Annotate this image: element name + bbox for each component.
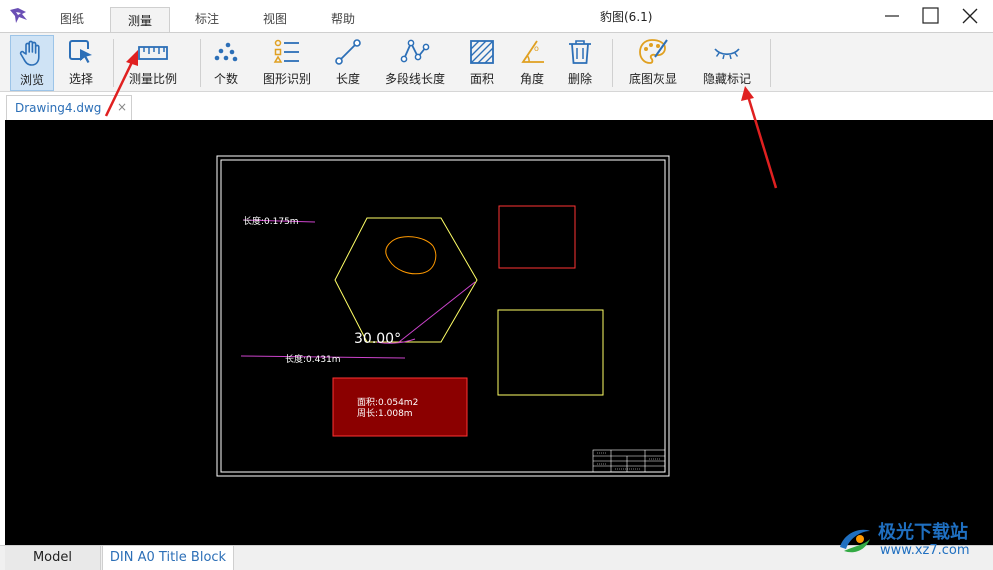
toolbar-separator	[200, 39, 201, 87]
window-title: 豹图(6.1)	[600, 10, 653, 24]
browse-label: 浏览	[19, 73, 44, 87]
watermark-logo-icon	[840, 529, 870, 553]
maximize-icon[interactable]	[914, 4, 946, 28]
hand-icon	[19, 40, 40, 66]
count-button[interactable]: 个数	[208, 35, 244, 91]
measure-scale-label: 测量比例	[128, 72, 177, 86]
select-label: 选择	[68, 72, 93, 86]
length-label: 长度	[335, 72, 360, 86]
length-button[interactable]: 长度	[328, 35, 368, 91]
length-measure-text-2: 长度:0.431m	[285, 353, 341, 365]
cad-drawing[interactable]: 长度:0.175m 30.00° 长度:0.431m 面积:0.054m2 周长…	[5, 120, 993, 545]
title-bar: 图纸 测量 标注 视图 帮助 豹图(6.1)	[0, 0, 993, 33]
tab-drawing[interactable]: 图纸	[48, 6, 96, 32]
dots-icon	[214, 42, 238, 62]
hatched-area-icon	[470, 40, 494, 64]
tab-view[interactable]: 视图	[250, 6, 300, 32]
yellow-rectangle[interactable]	[497, 309, 604, 396]
area-label: 面积	[469, 72, 494, 86]
drawing-canvas[interactable]: 长度:0.175m 30.00° 长度:0.431m 面积:0.054m2 周长…	[5, 120, 993, 545]
area-button[interactable]: 面积	[462, 35, 502, 91]
minimize-icon[interactable]	[876, 4, 908, 28]
perimeter-measure-text: 周长:1.008m	[357, 407, 413, 419]
palette-icon	[639, 39, 668, 64]
angle-button[interactable]: o 角度	[512, 35, 552, 91]
tab-annotate[interactable]: 标注	[182, 6, 232, 32]
trash-icon	[569, 40, 591, 64]
close-tab-icon[interactable]: ×	[117, 100, 127, 114]
toolbar-separator	[113, 39, 114, 87]
hide-marks-label: 隐藏标记	[702, 72, 751, 86]
polyline-length-button[interactable]: 多段线长度	[382, 35, 448, 91]
watermark-name: 极光下载站	[878, 522, 968, 543]
tab-model[interactable]: Model	[5, 546, 101, 570]
tab-measure[interactable]: 测量	[110, 7, 170, 33]
ruler-icon	[138, 46, 168, 60]
length-measure-text-1: 长度:0.175m	[243, 215, 299, 227]
area-measure-text: 面积:0.054m2	[357, 396, 418, 408]
toolbar-separator	[612, 39, 613, 87]
browse-button[interactable]: 浏览	[10, 35, 54, 91]
toolbar-separator	[770, 39, 771, 87]
angle-measure-line[interactable]	[398, 281, 476, 343]
base-gray-button[interactable]: 底图灰显	[624, 35, 682, 91]
measure-scale-button[interactable]: 测量比例	[124, 35, 182, 91]
angle-label: 角度	[519, 72, 544, 86]
app-logo-icon	[10, 8, 27, 23]
watermark-url: www.xz7.com	[880, 543, 970, 558]
watermark: 极光下载站 www.xz7.com	[836, 515, 991, 565]
irregular-closed-curve[interactable]	[385, 236, 437, 275]
shape-recognition-label: 图形识别	[262, 72, 311, 86]
document-tab[interactable]: Drawing4.dwg ×	[6, 95, 132, 120]
select-cursor-icon	[69, 40, 92, 63]
eye-closed-icon	[714, 48, 740, 60]
title-block	[592, 449, 666, 473]
line-segment-icon	[335, 39, 361, 65]
tab-help[interactable]: 帮助	[318, 6, 368, 32]
delete-label: 删除	[567, 72, 592, 86]
tab-din-a0-title-block[interactable]: DIN A0 Title Block	[102, 546, 234, 570]
delete-button[interactable]: 删除	[562, 35, 598, 91]
polyline-length-label: 多段线长度	[384, 72, 445, 86]
hide-marks-button[interactable]: 隐藏标记	[698, 35, 756, 91]
angle-measure-text: 30.00°	[354, 331, 401, 347]
document-tab-bar: Drawing4.dwg ×	[0, 93, 993, 120]
select-button[interactable]: 选择	[60, 35, 102, 91]
polyline-icon	[400, 39, 430, 63]
svg-text:o: o	[534, 44, 539, 53]
list-shapes-icon	[273, 39, 299, 63]
close-window-icon[interactable]	[954, 4, 986, 28]
red-rectangle[interactable]	[498, 205, 576, 269]
ribbon-toolbar: 浏览 选择 测量比例 个数 图形识别 长度 多段线长度 面积 o 角度 删除 底…	[0, 32, 993, 92]
base-gray-label: 底图灰显	[628, 72, 677, 86]
count-label: 个数	[213, 72, 238, 86]
angle-icon: o	[521, 40, 544, 63]
document-tab-label: Drawing4.dwg	[15, 101, 102, 115]
shape-recognition-button[interactable]: 图形识别	[258, 35, 316, 91]
